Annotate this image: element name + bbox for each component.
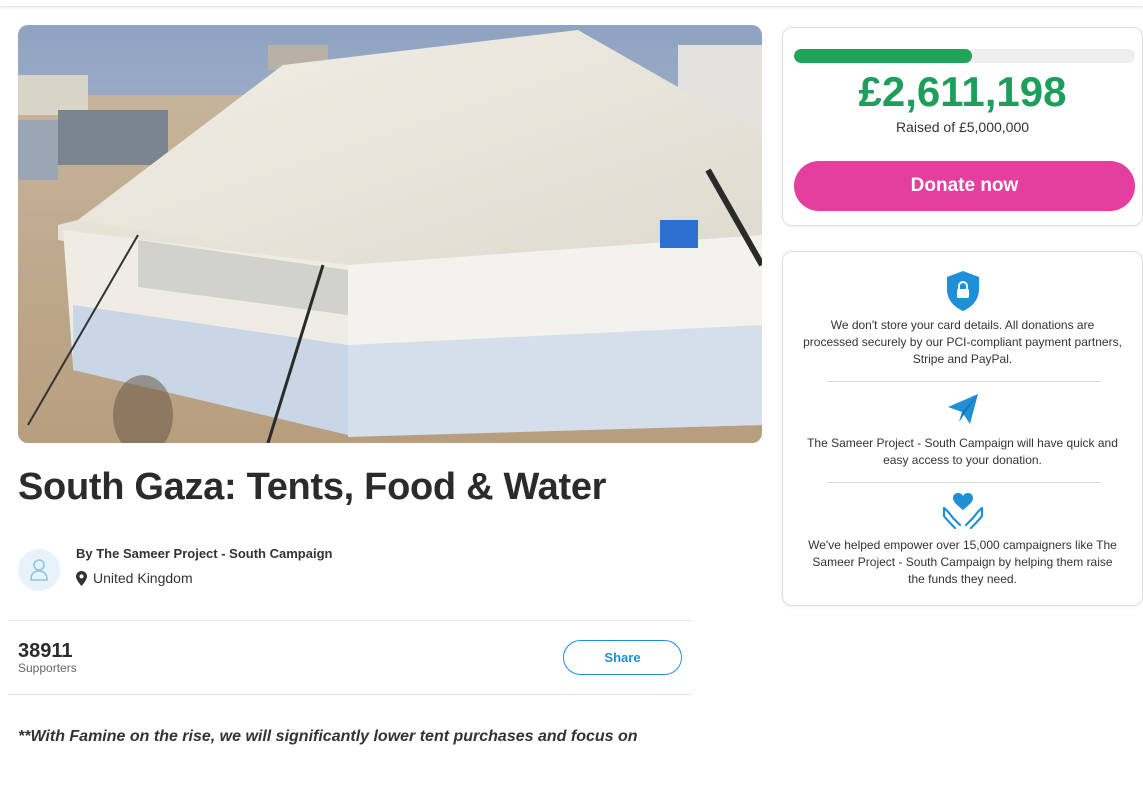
trust-info-card: We don't store your card details. All do…	[782, 251, 1143, 606]
tent-photo	[18, 25, 762, 443]
donation-card: £2,611,198 Raised of £5,000,000 Donate n…	[782, 27, 1143, 226]
trust-item: The Sameer Project - South Campaign will…	[783, 392, 1142, 469]
organiser-name: By The Sameer Project - South Campaign	[76, 546, 333, 561]
divider	[8, 620, 692, 621]
amount-raised: £2,611,198	[858, 68, 1067, 115]
progress-fill	[794, 49, 972, 63]
share-button[interactable]: Share	[563, 640, 682, 675]
location-text: United Kingdom	[93, 570, 193, 586]
trust-item: We've helped empower over 15,000 campaig…	[783, 492, 1142, 588]
campaign-hero-image	[18, 25, 762, 443]
top-header-border	[0, 0, 1143, 7]
user-icon	[30, 559, 48, 581]
campaign-location: United Kingdom	[76, 570, 193, 586]
campaign-title: South Gaza: Tents, Food & Water	[18, 466, 607, 508]
fundraising-target: Raised of £5,000,000	[895, 119, 1030, 135]
campaign-description: **With Famine on the rise, we will signi…	[18, 728, 638, 745]
organiser-avatar	[18, 549, 60, 591]
hands-heart-icon	[942, 493, 983, 530]
map-pin-icon	[76, 570, 87, 586]
divider	[8, 694, 692, 695]
supporters-count: 38911	[18, 640, 73, 662]
trust-text-access: The Sameer Project - South Campaign will…	[807, 436, 1118, 467]
shield-lock-icon	[946, 271, 979, 311]
supporters-label: Supporters	[18, 661, 77, 675]
donate-now-button[interactable]: Donate now	[794, 161, 1135, 211]
divider	[827, 482, 1101, 483]
trust-text-campaigners: We've helped empower over 15,000 campaig…	[808, 538, 1117, 586]
fundraising-progress-bar	[794, 49, 1135, 63]
divider	[827, 381, 1101, 382]
trust-item: We don't store your card details. All do…	[783, 270, 1142, 368]
paper-plane-icon	[947, 394, 978, 424]
trust-text-security: We don't store your card details. All do…	[803, 318, 1122, 366]
